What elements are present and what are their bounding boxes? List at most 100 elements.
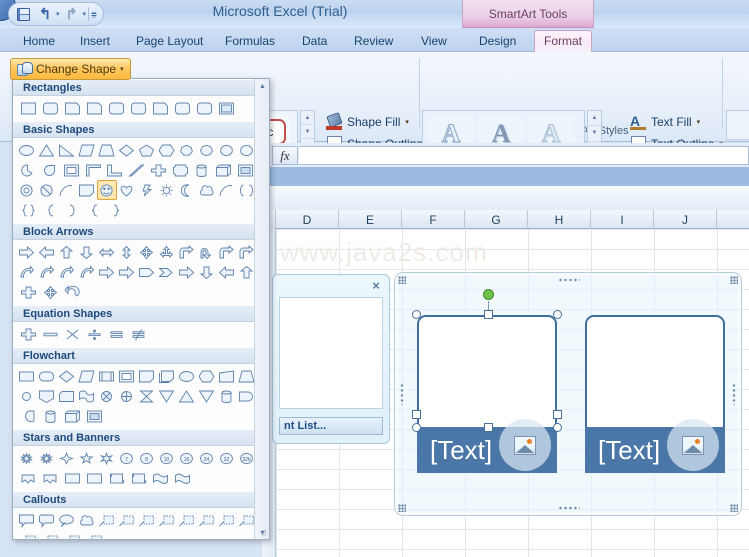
shape-item-callout-accent-3[interactable] [17,530,39,539]
shape-item-callout-line-1[interactable] [97,510,117,530]
shape-item-u-turn-arrow[interactable] [196,242,216,262]
tab-insert[interactable]: Insert [71,30,119,52]
shape-item-wave[interactable] [149,468,171,488]
column-header-d[interactable]: D [276,210,339,229]
close-icon[interactable]: × [369,278,383,293]
shape-item-rect-round-2[interactable] [193,98,215,118]
shape-item-arrow-tri[interactable] [156,242,176,262]
shape-item-rect[interactable] [17,98,39,118]
shape-item-fc-merge[interactable] [196,386,216,406]
shape-item-rect-bevel[interactable] [215,98,237,118]
shape-item-star-7[interactable]: 7 [117,448,137,468]
tab-page-layout[interactable]: Page Layout [127,30,212,52]
shape-item-curved-up[interactable] [57,262,77,282]
shape-item-bevel-frame[interactable] [234,160,256,180]
text-pane-body[interactable] [279,297,383,409]
shape-item-plaque[interactable] [169,160,191,180]
shape-item-callout-accent-bar-3[interactable] [83,530,105,539]
smartart-node-2[interactable]: [Text] [585,315,725,473]
shape-item-octagon[interactable] [196,140,216,160]
change-shape-button[interactable]: Change Shape ▾ [10,58,131,80]
resize-grip-icon[interactable]: ⠿ [261,529,267,538]
column-header-j[interactable]: J [654,210,717,229]
shape-item-donut[interactable] [17,180,37,200]
shape-item-fc-data[interactable] [77,366,97,386]
shape-item-curved-ribbon-up[interactable] [61,468,83,488]
shape-item-star-4[interactable] [57,448,77,468]
shape-item-teardrop[interactable] [39,160,61,180]
shape-item-ribbon-up[interactable] [17,468,39,488]
shape-item-not-equal[interactable] [127,324,149,344]
column-header-f[interactable]: F [402,210,465,229]
shape-item-callout-cloud[interactable] [77,510,97,530]
shape-item-fc-direct-access[interactable] [61,406,83,426]
shape-item-curved-ribbon-down[interactable] [83,468,105,488]
shape-item-cloud[interactable] [196,180,216,200]
shape-item-rect-snip-diagonal[interactable] [149,98,171,118]
tab-review[interactable]: Review [345,30,402,52]
resize-handle-top-center[interactable] [484,310,493,319]
smartart-corner-handle[interactable] [730,276,738,284]
smartart-corner-handle[interactable] [730,504,738,512]
shape-item-callout-accent-bar-2[interactable] [61,530,83,539]
rotation-handle[interactable] [483,289,494,300]
resize-handle-top-left[interactable] [412,310,421,319]
shape-item-right-bracket[interactable] [61,200,83,220]
smartart-corner-handle[interactable] [398,504,406,512]
shape-item-fc-sort[interactable] [156,386,176,406]
change-shape-dropdown[interactable]: Rectangles Basic Shapes Block Arrows Equati… [12,78,270,540]
shape-item-callout-line-3[interactable] [137,510,157,530]
smartart-right-handle[interactable] [732,383,736,405]
shape-item-fc-manual-input[interactable] [216,366,236,386]
shape-item-callout-round-rect[interactable] [37,510,57,530]
shape-item-rect-snip-same-side[interactable] [83,98,105,118]
shape-item-pie[interactable] [17,160,39,180]
wordart-scroll-up-icon[interactable]: ▲ [588,111,601,127]
shape-item-arrow-up-down[interactable] [117,242,137,262]
shape-item-heart[interactable] [117,180,137,200]
shape-item-arrow-up[interactable] [57,242,77,262]
shape-item-star-16[interactable]: 16 [176,448,196,468]
shape-item-star-explosion-2[interactable] [37,448,57,468]
shape-item-sun[interactable] [157,180,177,200]
shape-item-circular-arrow[interactable] [61,282,83,302]
shape-item-triangle[interactable] [37,140,57,160]
resize-handle-middle-right[interactable] [553,410,562,419]
shape-item-equal[interactable] [105,324,127,344]
shape-item-striped-arrow[interactable] [97,262,117,282]
shape-item-star-32[interactable]: 32 [216,448,236,468]
shape-item-oval[interactable] [17,140,37,160]
shape-item-fc-magnetic-disk[interactable] [39,406,61,426]
shape-item-can[interactable] [191,160,213,180]
shape-item-curved-down[interactable] [77,262,97,282]
shape-item-curve[interactable] [216,180,236,200]
shape-item-fc-process[interactable] [17,366,37,386]
shape-item-right-arrow-callout[interactable] [176,262,196,282]
shape-fill-dropdown-icon[interactable]: ▾ [405,118,409,126]
smartart-node-1[interactable]: [Text] [417,315,557,473]
shape-item-arrow-left-right[interactable] [97,242,117,262]
shape-item-fc-offpage[interactable] [37,386,57,406]
shape-item-fc-stored-data[interactable] [216,386,236,406]
shape-item-trapezoid[interactable] [97,140,117,160]
shape-item-quad-arrow-callout[interactable] [17,282,39,302]
tab-home[interactable]: Home [14,30,64,52]
shape-item-fc-alternate[interactable] [37,366,57,386]
shape-item-callout-line-2[interactable] [117,510,137,530]
shape-item-left-arrow-callout[interactable] [216,262,236,282]
dropdown-scrollbar[interactable]: ▲ ▼ [254,79,269,539]
tab-view[interactable]: View [412,30,456,52]
shape-item-notched-arrow[interactable] [117,262,137,282]
column-header-h[interactable]: H [528,210,591,229]
shape-item-fc-display[interactable] [83,406,105,426]
shape-item-l-shape[interactable] [104,160,126,180]
shape-item-arrow-down[interactable] [77,242,97,262]
shape-item-star-6[interactable] [97,448,117,468]
smartart-left-handle[interactable] [400,383,404,405]
shape-item-fc-collate[interactable] [137,386,157,406]
shape-item-heptagon[interactable] [176,140,196,160]
shape-item-callout-border-2[interactable] [176,510,196,530]
shape-item-fc-extract[interactable] [176,386,196,406]
shape-item-callout-accent-1[interactable] [216,510,236,530]
shape-item-decagon[interactable] [216,140,236,160]
